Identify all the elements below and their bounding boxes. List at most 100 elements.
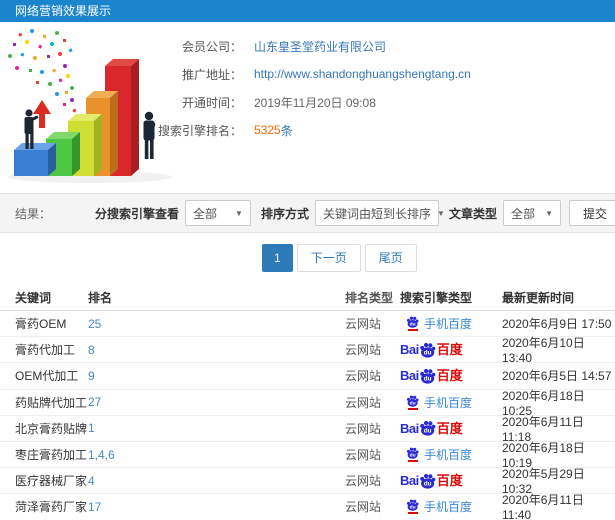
submit-button[interactable]: 提交 [569, 200, 615, 226]
filter-controls: 分搜索引擎查看 全部 ▼ 排序方式 关键词由短到长排序 ▼ 文章类型 全部 ▼ … [85, 200, 615, 226]
promo-url-link[interactable]: http://www.shandonghuangshengtang.cn [254, 67, 471, 81]
pagination: 1 下一页 尾页 [0, 233, 615, 272]
rank-cell: 1,4,6 [88, 448, 345, 462]
engine-filter-select[interactable]: 全部 ▼ [184, 200, 251, 226]
article-type-label: 文章类型 [448, 206, 497, 221]
bar-blue [14, 143, 56, 176]
keyword-cell: 药贴牌代加工 [15, 395, 88, 410]
rank-type-cell: 云网站 [345, 317, 382, 332]
engine-type-cell: du 手机百度 [400, 315, 502, 332]
rank-link[interactable]: 4 [88, 474, 95, 488]
keyword-cell: 医疗器械厂家 [15, 474, 88, 489]
article-type-select[interactable]: 全部 ▼ [503, 200, 561, 226]
svg-text:du: du [423, 376, 431, 383]
article-type-value: 全部 [511, 206, 536, 221]
table-row: 医疗器械厂家 4 云网站 Bai du 百度 2020年5月29日 10:32 [0, 467, 615, 496]
baidu-logo-bai-text: Bai [400, 420, 419, 436]
company-link[interactable]: 山东皇圣堂药业有限公司 [254, 38, 386, 55]
open-time-value: 2019年11月20日 09:08 [254, 95, 376, 110]
engine-filter-label: 分搜索引擎查看 [94, 206, 179, 221]
red-underline [407, 460, 418, 463]
page-button-current[interactable]: 1 [262, 244, 293, 272]
baidu-paw-icon: du [419, 368, 436, 384]
svg-text:du: du [423, 480, 431, 487]
mobile-baidu-label: 手机百度 [424, 448, 473, 463]
rank-cell: 8 [88, 343, 345, 357]
info-row-company: 会员公司： 山东皇圣堂药业有限公司 [130, 32, 615, 60]
mobile-baidu-paw-icon: du [406, 447, 419, 463]
chevron-down-icon: ▼ [545, 208, 553, 218]
baidu-logo: Bai du 百度 [400, 342, 463, 358]
rank-link[interactable]: 17 [88, 500, 101, 514]
engine-type-cell: Bai du 百度 [400, 420, 502, 436]
mobile-baidu-label: 手机百度 [424, 500, 473, 515]
table-row: 北京膏药贴牌 1 云网站 Bai du 百度 2020年6月11日 11:18 [0, 415, 615, 444]
svg-text:du: du [410, 400, 416, 406]
sort-filter-value: 关键词由短到长排序 [322, 206, 431, 221]
header-section: 会员公司： 山东皇圣堂药业有限公司 推广地址： http://www.shand… [0, 22, 615, 193]
svg-text:du: du [410, 322, 416, 328]
mobile-baidu-label: 手机百度 [424, 317, 473, 332]
rank-type-cell: 云网站 [345, 500, 382, 515]
svg-text:du: du [410, 453, 416, 459]
info-row-rank-count: 搜索引擎排名： 5325 条 [130, 116, 615, 144]
updated-time-cell: 2020年6月9日 17:50 [502, 317, 612, 332]
svg-text:du: du [423, 349, 431, 356]
rank-link[interactable]: 1 [88, 421, 95, 435]
baidu-logo-cn-text: 百度 [436, 342, 463, 358]
sort-filter-label: 排序方式 [260, 206, 309, 221]
baidu-paw-icon: du [406, 499, 419, 512]
rank-cell: 25 [88, 317, 345, 331]
mobile-baidu-label: 手机百度 [424, 395, 473, 410]
baidu-paw-icon: du [406, 395, 419, 407]
rank-type-cell: 云网站 [345, 395, 382, 410]
info-row-url: 推广地址： http://www.shandonghuangshengtang.… [130, 60, 615, 88]
sort-filter-select[interactable]: 关键词由短到长排序 ▼ [314, 200, 445, 226]
rank-link[interactable]: 27 [88, 395, 101, 409]
engine-type-cell: Bai du 百度 [400, 342, 502, 358]
next-page-button[interactable]: 下一页 [296, 244, 361, 272]
mobile-baidu-logo: du 手机百度 [400, 315, 472, 332]
table-row: 菏泽膏药厂家 17 云网站 du 手机百度 2020年6月11日 11:40 [0, 493, 615, 520]
mobile-baidu-paw-icon: du [406, 316, 419, 332]
last-page-button[interactable]: 尾页 [364, 244, 417, 272]
red-underline [407, 512, 418, 515]
result-label: 结果： [15, 206, 52, 221]
baidu-paw-icon: du [419, 342, 436, 358]
rank-type-cell: 云网站 [345, 369, 382, 384]
keyword-cell: 菏泽膏药厂家 [15, 500, 88, 515]
rank-type-cell: 云网站 [345, 474, 382, 489]
baidu-logo-cn-text: 百度 [436, 368, 463, 384]
mobile-baidu-paw-icon: du [406, 395, 419, 410]
baidu-paw-icon: du [419, 421, 436, 436]
baidu-paw-icon: du [419, 473, 436, 489]
rank-type-cell: 云网站 [345, 448, 382, 463]
mobile-baidu-logo: du 手机百度 [400, 498, 472, 515]
baidu-logo-cn-text: 百度 [436, 473, 463, 489]
col-header-rank: 排名 [88, 290, 113, 305]
mobile-baidu-paw-icon: du [406, 499, 419, 515]
promo-url-label: 推广地址： [181, 67, 242, 82]
chevron-down-icon: ▼ [437, 208, 445, 218]
mobile-baidu-logo: du 手机百度 [400, 446, 472, 463]
rank-cell: 27 [88, 395, 345, 409]
rank-type-cell: 云网站 [345, 343, 382, 358]
keyword-cell: 北京膏药贴牌 [15, 421, 88, 436]
engine-filter-value: 全部 [192, 206, 217, 221]
col-header-updated: 最新更新时间 [502, 290, 575, 305]
keyword-cell: 膏药OEM [15, 317, 67, 332]
company-label: 会员公司： [181, 39, 242, 54]
rank-link[interactable]: 25 [88, 317, 101, 331]
svg-text:du: du [410, 505, 416, 511]
table-body: 膏药OEM 25 云网站 du 手机百度 2020年6月9日 17:50 膏药代加工 8 云网站… [0, 311, 615, 520]
rank-link[interactable]: 1,4,6 [88, 448, 115, 462]
table-row: OEM代加工 9 云网站 Bai du 百度 2020年6月5日 14:57 [0, 363, 615, 390]
confetti-dots [8, 29, 77, 113]
rank-count-unit: 条 [280, 123, 293, 138]
baidu-logo-cn-text: 百度 [436, 420, 463, 436]
rank-link[interactable]: 9 [88, 369, 95, 383]
updated-time-cell: 2020年6月11日 11:40 [502, 493, 584, 520]
rank-cell: 4 [88, 474, 345, 488]
rank-count-number: 5325 [254, 123, 281, 137]
rank-link[interactable]: 8 [88, 343, 95, 357]
